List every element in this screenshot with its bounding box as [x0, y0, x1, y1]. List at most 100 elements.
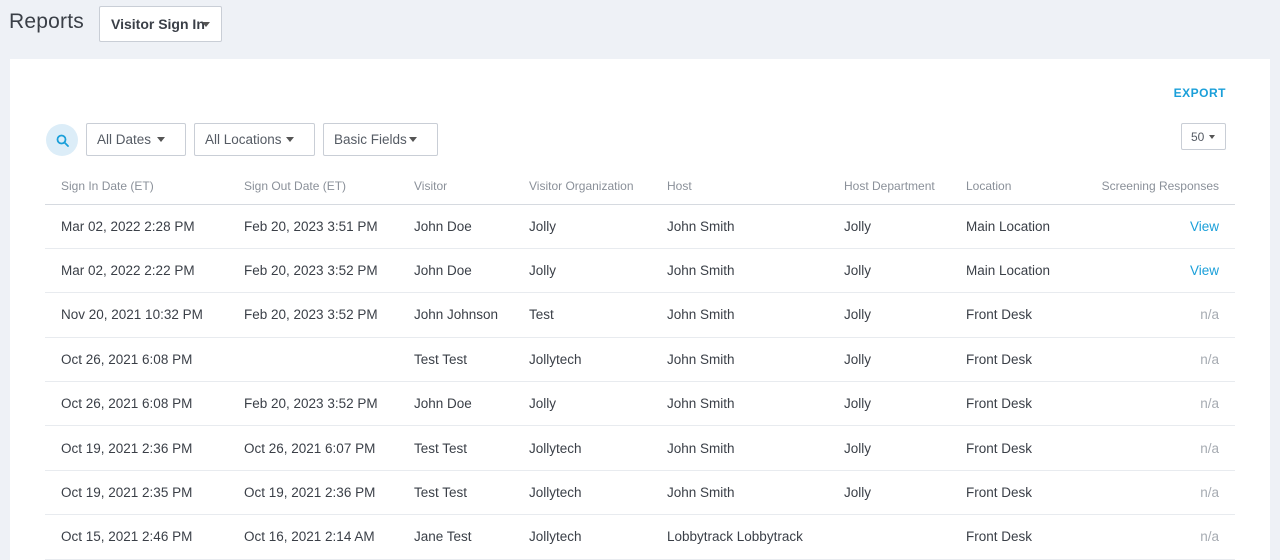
table-cell	[228, 337, 398, 383]
column-header[interactable]: Host Department	[828, 168, 950, 205]
table-cell: Jolly	[828, 292, 950, 338]
table-cell: Mar 02, 2022 2:22 PM	[45, 248, 228, 294]
table-row: Oct 19, 2021 2:35 PM Oct 19, 2021 2:36 PM…	[45, 470, 1235, 516]
table-cell: Oct 26, 2021 6:08 PM	[45, 337, 228, 383]
table-cell: John Doe	[398, 248, 513, 294]
per-page-value: 50	[1191, 129, 1205, 144]
locations-filter[interactable]: All Locations	[194, 123, 315, 156]
table-cell: John Smith	[651, 425, 828, 471]
table-cell: Jolly	[828, 425, 950, 471]
table-cell: Feb 20, 2023 3:52 PM	[228, 292, 398, 338]
table-cell: Front Desk	[950, 337, 1078, 383]
locations-filter-label: All Locations	[205, 132, 282, 147]
table-cell: Main Location	[950, 248, 1078, 294]
table-row: Oct 15, 2021 2:46 PM Oct 16, 2021 2:14 AM…	[45, 514, 1235, 560]
table-row: Oct 26, 2021 6:08 PM Test Test Jollytech Jo…	[45, 337, 1235, 383]
table-cell: n/a	[1078, 470, 1235, 516]
caret-down-icon	[157, 137, 165, 142]
table-cell: Front Desk	[950, 470, 1078, 516]
table-cell: Oct 19, 2021 2:36 PM	[45, 425, 228, 471]
table-cell: n/a	[1078, 425, 1235, 471]
table-cell: Jollytech	[513, 337, 651, 383]
report-type-dropdown[interactable]: Visitor Sign In	[99, 6, 222, 42]
caret-down-icon	[409, 137, 417, 142]
table-cell: Jane Test	[398, 514, 513, 560]
table-cell: Feb 20, 2023 3:52 PM	[228, 381, 398, 427]
table-row: Nov 20, 2021 10:32 PM Feb 20, 2023 3:52 P…	[45, 292, 1235, 338]
export-link[interactable]: EXPORT	[1174, 86, 1226, 100]
table-row: Mar 02, 2022 2:22 PM Feb 20, 2023 3:52 PM…	[45, 248, 1235, 294]
column-header[interactable]: Host	[651, 168, 828, 205]
table-cell: Oct 15, 2021 2:46 PM	[45, 514, 228, 560]
table-cell: Jolly	[513, 248, 651, 294]
column-header[interactable]: Sign Out Date (ET)	[228, 168, 398, 205]
table-cell: Front Desk	[950, 425, 1078, 471]
table-cell: Jollytech	[513, 470, 651, 516]
visitor-table: Sign In Date (ET) Sign Out Date (ET) Vis…	[45, 168, 1235, 560]
table-cell: Test Test	[398, 337, 513, 383]
table-cell: n/a	[1078, 337, 1235, 383]
table-cell: Feb 20, 2023 3:51 PM	[228, 204, 398, 249]
view-link[interactable]: View	[1078, 204, 1235, 249]
table-cell: John Johnson	[398, 292, 513, 338]
table-cell: Jolly	[513, 381, 651, 427]
table-cell: Nov 20, 2021 10:32 PM	[45, 292, 228, 338]
table-cell: Lobbytrack Lobbytrack	[651, 514, 828, 560]
report-type-label: Visitor Sign In	[111, 16, 205, 32]
table-cell: Jolly	[828, 337, 950, 383]
table-cell: n/a	[1078, 381, 1235, 427]
table-cell: Test Test	[398, 425, 513, 471]
column-header[interactable]: Visitor	[398, 168, 513, 205]
table-cell: John Smith	[651, 204, 828, 249]
dates-filter[interactable]: All Dates	[86, 123, 186, 156]
table-cell: John Smith	[651, 292, 828, 338]
table-cell: Main Location	[950, 204, 1078, 249]
page-title: Reports	[9, 10, 84, 33]
table-cell: Feb 20, 2023 3:52 PM	[228, 248, 398, 294]
column-header[interactable]: Screening Responses	[1078, 168, 1235, 205]
table-cell: Jolly	[828, 470, 950, 516]
table-cell: John Smith	[651, 470, 828, 516]
table-cell: Mar 02, 2022 2:28 PM	[45, 204, 228, 249]
table-cell: John Smith	[651, 381, 828, 427]
table-cell: Jollytech	[513, 425, 651, 471]
table-row: Oct 26, 2021 6:08 PM Feb 20, 2023 3:52 PM…	[45, 381, 1235, 427]
dates-filter-label: All Dates	[97, 132, 152, 147]
caret-down-icon	[1209, 135, 1215, 139]
column-header[interactable]: Visitor Organization	[513, 168, 651, 205]
table-cell: Jolly	[828, 204, 950, 249]
table-cell: Front Desk	[950, 292, 1078, 338]
table-cell: John Smith	[651, 337, 828, 383]
caret-down-icon	[202, 22, 210, 27]
table-cell: n/a	[1078, 292, 1235, 338]
table-cell: John Smith	[651, 248, 828, 294]
table-cell	[828, 514, 950, 560]
table-cell: Oct 19, 2021 2:36 PM	[228, 470, 398, 516]
table-cell: Oct 19, 2021 2:35 PM	[45, 470, 228, 516]
view-link[interactable]: View	[1078, 248, 1235, 294]
fields-filter-label: Basic Fields	[334, 132, 407, 147]
column-header[interactable]: Location	[950, 168, 1078, 205]
table-cell: Jolly	[828, 381, 950, 427]
table-cell: n/a	[1078, 514, 1235, 560]
search-button[interactable]	[46, 124, 78, 156]
table-cell: Jolly	[828, 248, 950, 294]
table-cell: Test Test	[398, 470, 513, 516]
table-cell: Oct 26, 2021 6:07 PM	[228, 425, 398, 471]
table-cell: Front Desk	[950, 514, 1078, 560]
table-cell: Oct 26, 2021 6:08 PM	[45, 381, 228, 427]
fields-filter[interactable]: Basic Fields	[323, 123, 438, 156]
column-header[interactable]: Sign In Date (ET)	[45, 168, 228, 205]
search-icon	[56, 134, 69, 147]
per-page-select[interactable]: 50	[1181, 123, 1226, 150]
caret-down-icon	[286, 137, 294, 142]
table-header-row: Sign In Date (ET) Sign Out Date (ET) Vis…	[45, 168, 1235, 205]
table-row: Mar 02, 2022 2:28 PM Feb 20, 2023 3:51 PM…	[45, 204, 1235, 249]
table-cell: Front Desk	[950, 381, 1078, 427]
table-cell: John Doe	[398, 381, 513, 427]
table-cell: Oct 16, 2021 2:14 AM	[228, 514, 398, 560]
table-row: Oct 19, 2021 2:36 PM Oct 26, 2021 6:07 PM…	[45, 425, 1235, 471]
table-cell: Jollytech	[513, 514, 651, 560]
table-cell: Jolly	[513, 204, 651, 249]
table-cell: John Doe	[398, 204, 513, 249]
